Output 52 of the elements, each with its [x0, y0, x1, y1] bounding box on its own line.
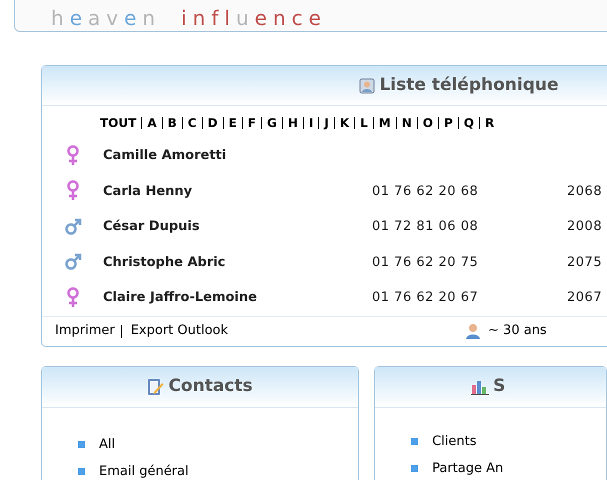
letter-filter-link[interactable]: N — [402, 114, 412, 132]
footer-link[interactable]: Export Outlook — [130, 321, 228, 341]
letter-filter-link[interactable]: P — [444, 114, 453, 132]
letter-filter-link[interactable]: C — [188, 114, 197, 132]
letter-filter-link[interactable]: R — [484, 114, 494, 132]
phone-number: 01 76 62 20 75 — [372, 254, 480, 272]
contact-name: Claire Jaffro-Lemoine — [103, 289, 258, 307]
extension-number: 2075 — [567, 254, 602, 272]
menu-link[interactable]: Clients — [432, 432, 477, 451]
bullet-icon — [78, 468, 85, 476]
letter-filter-link[interactable]: A — [147, 114, 157, 132]
bar-chart-icon — [471, 378, 490, 394]
letter-filter-link[interactable]: M — [378, 114, 391, 132]
letter-filter-link[interactable]: K — [340, 114, 350, 132]
letter-filter-link[interactable]: J — [324, 114, 329, 132]
panel-title: S — [493, 374, 506, 398]
menu-link[interactable]: Email général — [99, 462, 189, 480]
panel-title: Contacts — [168, 374, 253, 398]
bullet-icon — [411, 465, 418, 472]
extension-number: 2067 — [567, 289, 602, 307]
letter-filter-link[interactable]: F — [248, 114, 256, 132]
letter-filter-link[interactable]: B — [168, 114, 177, 132]
letter-filter-link[interactable]: G — [266, 114, 277, 132]
contact-name: Christophe Abric — [103, 254, 226, 272]
notepad-pencil-icon — [147, 378, 164, 396]
letter-filter-link[interactable]: D — [208, 114, 218, 132]
panel-title: Liste téléphonique — [379, 74, 559, 97]
logo-text: i n f l u e n c e — [181, 8, 327, 28]
logo-text: h e a v e n — [51, 8, 162, 28]
age-label: ~ 30 ans — [488, 322, 547, 340]
phone-number: 01 76 62 20 68 — [372, 182, 480, 200]
contact-name: Carla Henny — [103, 182, 194, 200]
letter-filter-link[interactable]: TOUT — [100, 114, 136, 132]
bullet-icon — [411, 438, 418, 445]
phone-number: 01 76 62 20 67 — [372, 289, 480, 307]
letter-filter-link[interactable]: O — [422, 114, 433, 132]
bullet-icon — [78, 440, 85, 448]
letter-filter-link[interactable]: L — [360, 114, 368, 132]
extension-number: 2068 — [567, 182, 602, 200]
extension-number: 2008 — [567, 218, 602, 236]
contact-name: Camille Amoretti — [103, 147, 228, 165]
letter-filter-link[interactable]: I — [308, 114, 314, 132]
letter-filter-link[interactable]: H — [288, 114, 298, 132]
menu-link[interactable]: All — [99, 434, 116, 454]
phone-number: 01 72 81 06 08 — [372, 218, 480, 236]
person-icon — [464, 322, 482, 340]
contact-card-icon — [359, 78, 376, 94]
contact-name: César Dupuis — [103, 218, 201, 236]
footer-link[interactable]: Imprimer — [55, 321, 115, 341]
letter-filter-link[interactable]: Q — [464, 114, 474, 132]
letter-filter-link[interactable]: E — [228, 114, 237, 132]
menu-link[interactable]: Partage An — [432, 459, 504, 478]
